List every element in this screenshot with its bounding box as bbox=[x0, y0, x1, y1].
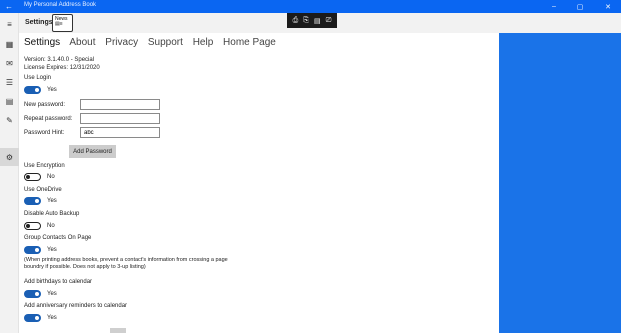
group-contacts-note: (When printing address books, prevent a … bbox=[24, 257, 228, 270]
edit-icon[interactable]: ✎ bbox=[0, 111, 19, 129]
newsletter-logo-icon: News ▤≡ bbox=[52, 14, 73, 32]
use-login-state: Yes bbox=[47, 87, 57, 93]
disable-auto-backup-toggle[interactable] bbox=[24, 222, 41, 230]
partial-button-below[interactable] bbox=[110, 328, 126, 333]
anniversary-toggle[interactable] bbox=[24, 314, 41, 322]
page-title: Settings bbox=[25, 19, 53, 26]
nav-settings[interactable]: Settings bbox=[24, 37, 60, 48]
use-login-label: Use Login bbox=[24, 75, 52, 81]
disable-auto-backup-state: No bbox=[47, 223, 55, 229]
back-arrow-icon[interactable]: ← bbox=[0, 0, 18, 13]
nav-home-page[interactable]: Home Page bbox=[223, 37, 276, 48]
nav-help[interactable]: Help bbox=[193, 37, 214, 48]
hamburger-menu-icon[interactable]: ≡ bbox=[0, 15, 19, 33]
close-icon[interactable]: ✕ bbox=[595, 0, 621, 13]
birthdays-label: Add birthdays to calendar bbox=[24, 279, 93, 285]
title-bar: ← My Personal Address Book – ▢ ✕ bbox=[0, 0, 621, 13]
use-onedrive-state: Yes bbox=[47, 198, 57, 204]
nav-privacy[interactable]: Privacy bbox=[105, 37, 138, 48]
minimize-icon[interactable]: – bbox=[541, 0, 567, 13]
mail-icon[interactable]: ✉ bbox=[0, 54, 19, 72]
document-icon[interactable]: ▤ bbox=[314, 17, 321, 25]
anniversary-label: Add anniversary reminders to calendar bbox=[24, 303, 128, 309]
anniversary-state: Yes bbox=[47, 315, 57, 321]
use-login-toggle[interactable] bbox=[24, 86, 41, 94]
add-password-button[interactable]: Add Password bbox=[69, 145, 116, 158]
copy-icon[interactable]: ⎘ bbox=[303, 17, 309, 25]
export-icon[interactable]: ⎚ bbox=[326, 17, 332, 25]
navigation-rail: ≡ ▦ ✉ ☰ ▤ ✎ ⚙ bbox=[0, 13, 19, 333]
nav-support[interactable]: Support bbox=[148, 37, 183, 48]
disable-auto-backup-label: Disable Auto Backup bbox=[24, 211, 80, 217]
print-icon[interactable]: ▤ bbox=[0, 92, 19, 110]
settings-content: Settings About Privacy Support Help Home… bbox=[19, 33, 499, 333]
version-text: Version: 3.1.40.0 - Special bbox=[24, 57, 95, 63]
use-onedrive-toggle[interactable] bbox=[24, 197, 41, 205]
settings-gear-icon[interactable]: ⚙ bbox=[0, 148, 19, 166]
use-onedrive-label: Use OneDrive bbox=[24, 187, 62, 193]
birthdays-toggle[interactable] bbox=[24, 290, 41, 298]
nav-about[interactable]: About bbox=[69, 37, 95, 48]
use-encryption-toggle[interactable] bbox=[24, 173, 41, 181]
license-text: License Expires: 12/31/2020 bbox=[24, 65, 100, 71]
group-contacts-state: Yes bbox=[47, 247, 57, 253]
repeat-password-input[interactable] bbox=[80, 113, 160, 124]
new-password-label: New password: bbox=[24, 102, 66, 108]
password-hint-label: Password Hint: bbox=[24, 130, 65, 136]
maximize-icon[interactable]: ▢ bbox=[567, 0, 593, 13]
new-password-input[interactable] bbox=[80, 99, 160, 110]
group-contacts-toggle[interactable] bbox=[24, 246, 41, 254]
app-title: My Personal Address Book bbox=[24, 2, 97, 8]
settings-nav: Settings About Privacy Support Help Home… bbox=[24, 37, 283, 48]
use-encryption-label: Use Encryption bbox=[24, 163, 65, 169]
floating-toolbar: ⎙ ⎘ ▤ ⎚ bbox=[287, 13, 337, 28]
repeat-password-label: Repeat password: bbox=[24, 116, 73, 122]
group-contacts-label: Group Contacts On Page bbox=[24, 235, 92, 241]
list-icon[interactable]: ☰ bbox=[0, 73, 19, 91]
contacts-icon[interactable]: ▦ bbox=[0, 35, 19, 53]
use-encryption-state: No bbox=[47, 174, 55, 180]
print-preview-icon[interactable]: ⎙ bbox=[293, 17, 299, 25]
birthdays-state: Yes bbox=[47, 291, 57, 297]
accent-panel bbox=[499, 33, 621, 333]
password-hint-input[interactable] bbox=[80, 127, 160, 138]
